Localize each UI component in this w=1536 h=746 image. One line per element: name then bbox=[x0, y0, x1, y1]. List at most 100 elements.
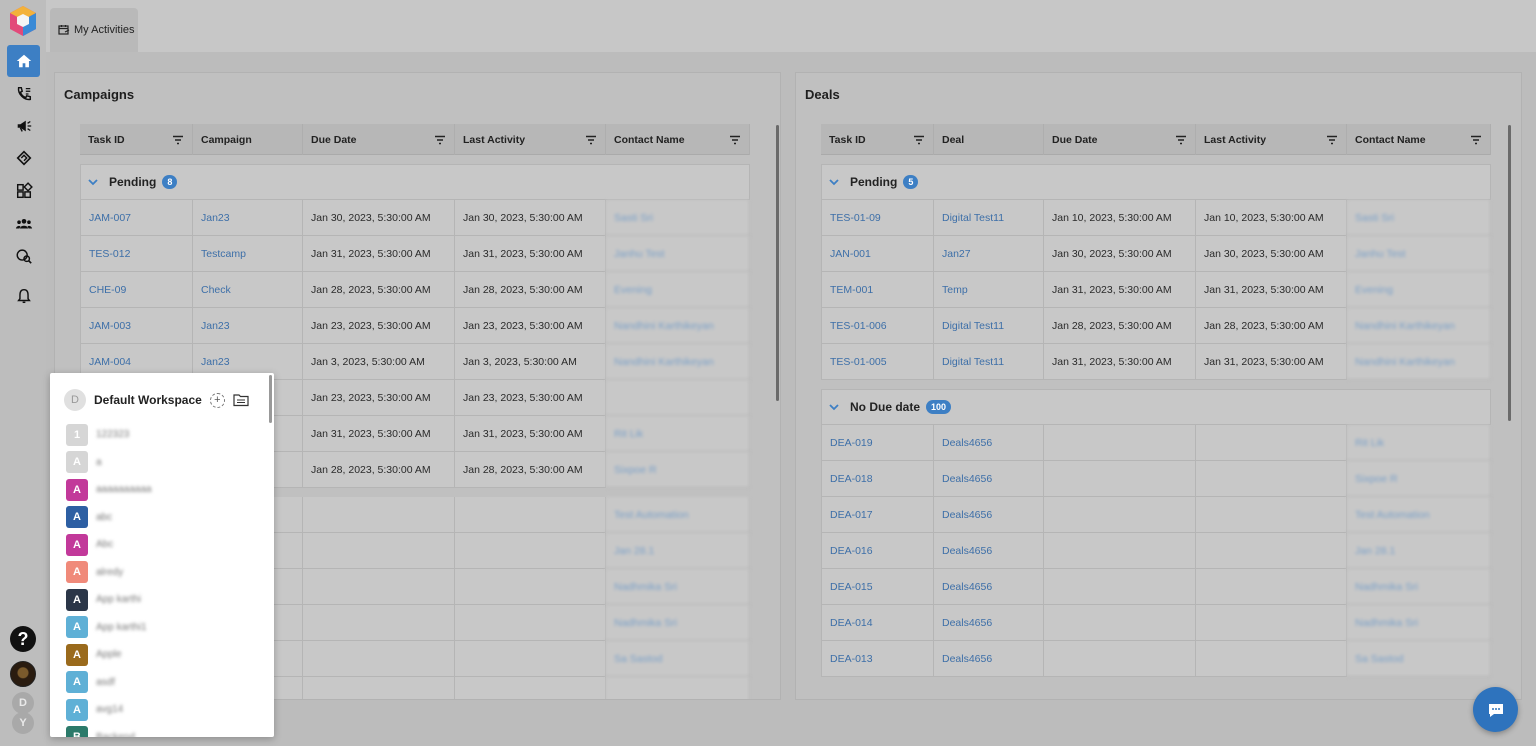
name-link[interactable]: Check bbox=[193, 272, 303, 308]
contact-name-link[interactable]: Nandhini Karthikeyan bbox=[606, 344, 750, 380]
table-row[interactable]: TES-012 Testcamp Jan 31, 2023, 5:30:00 AM J… bbox=[80, 236, 750, 272]
column-header[interactable]: Due Date bbox=[1044, 124, 1196, 155]
contact-name-link[interactable]: Nadhmika Sri bbox=[606, 569, 750, 605]
name-link[interactable]: Digital Test11 bbox=[934, 308, 1044, 344]
mini-avatar-d[interactable]: D bbox=[12, 692, 34, 714]
workspace-item[interactable]: Aabc bbox=[66, 504, 152, 532]
task-id-link[interactable]: DEA-016 bbox=[821, 533, 934, 569]
deals-scrollbar[interactable] bbox=[1508, 125, 1511, 421]
contact-name-link[interactable]: Jan 28.1 bbox=[606, 533, 750, 569]
filter-icon[interactable] bbox=[913, 135, 925, 145]
table-row[interactable]: DEA-018 Deals4656 Sixpoe R bbox=[821, 461, 1491, 497]
filter-icon[interactable] bbox=[172, 135, 184, 145]
task-id-link[interactable]: DEA-015 bbox=[821, 569, 934, 605]
column-header[interactable]: Contact Name bbox=[606, 124, 750, 155]
task-id-link[interactable]: TES-01-09 bbox=[821, 200, 934, 236]
contact-name-link[interactable]: Janhu Test bbox=[606, 236, 750, 272]
table-row[interactable]: DEA-017 Deals4656 Test Automation bbox=[821, 497, 1491, 533]
contact-name-link[interactable]: Nadhmika Sri bbox=[1347, 605, 1491, 641]
workspace-item[interactable]: Aa bbox=[66, 449, 152, 477]
task-id-link[interactable]: TEM-001 bbox=[821, 272, 934, 308]
column-header[interactable]: Task ID bbox=[821, 124, 934, 155]
filter-icon[interactable] bbox=[1175, 135, 1187, 145]
column-header[interactable]: Deal bbox=[934, 124, 1044, 155]
name-link[interactable]: Jan27 bbox=[934, 236, 1044, 272]
contact-name-link[interactable]: Rit Lik bbox=[606, 416, 750, 452]
help-icon[interactable]: ? bbox=[10, 626, 36, 652]
task-id-link[interactable]: JAN-001 bbox=[821, 236, 934, 272]
folder-icon[interactable] bbox=[233, 393, 249, 407]
workspace-item[interactable]: 1 122323 bbox=[66, 421, 152, 449]
contact-name-link[interactable]: Nadhmika Sri bbox=[606, 605, 750, 641]
workspace-item[interactable]: Aavg14 bbox=[66, 696, 152, 724]
name-link[interactable]: Deals4656 bbox=[934, 569, 1044, 605]
nav-deals[interactable] bbox=[7, 142, 40, 174]
name-link[interactable]: Temp bbox=[934, 272, 1044, 308]
mini-avatar-y[interactable]: Y bbox=[12, 712, 34, 734]
table-row[interactable]: JAM-003 Jan23 Jan 23, 2023, 5:30:00 AM Jan … bbox=[80, 308, 750, 344]
nav-contacts[interactable] bbox=[7, 208, 40, 240]
task-id-link[interactable]: DEA-018 bbox=[821, 461, 934, 497]
name-link[interactable]: Deals4656 bbox=[934, 533, 1044, 569]
table-row[interactable]: CHE-09 Check Jan 28, 2023, 5:30:00 AM Jan 2… bbox=[80, 272, 750, 308]
name-link[interactable]: Digital Test11 bbox=[934, 344, 1044, 380]
task-id-link[interactable]: JAM-007 bbox=[80, 200, 193, 236]
table-row[interactable]: TEM-001 Temp Jan 31, 2023, 5:30:00 AM Jan 3… bbox=[821, 272, 1491, 308]
table-row[interactable]: TES-01-006 Digital Test11 Jan 28, 2023, 5:… bbox=[821, 308, 1491, 344]
contact-name-link[interactable]: Nandhini Karthikeyan bbox=[606, 308, 750, 344]
contact-name-link[interactable]: Janhu Test bbox=[1347, 236, 1491, 272]
workspace-item[interactable]: A App karthi bbox=[66, 586, 152, 614]
nav-reports[interactable] bbox=[7, 240, 40, 272]
contact-name-link[interactable]: Sa Sastod bbox=[606, 641, 750, 677]
table-row[interactable]: DEA-014 Deals4656 Nadhmika Sri bbox=[821, 605, 1491, 641]
table-row[interactable]: TES-01-005 Digital Test11 Jan 31, 2023, 5:… bbox=[821, 344, 1491, 380]
contact-name-link[interactable]: Evening bbox=[1347, 272, 1491, 308]
column-header[interactable]: Contact Name bbox=[1347, 124, 1491, 155]
task-id-link[interactable]: DEA-019 bbox=[821, 425, 934, 461]
workspace-item[interactable]: A App karthi1 bbox=[66, 614, 152, 642]
filter-icon[interactable] bbox=[1470, 135, 1482, 145]
name-link[interactable]: Deals4656 bbox=[934, 425, 1044, 461]
task-id-link[interactable]: TES-01-005 bbox=[821, 344, 934, 380]
deals-pending-group[interactable]: Pending 5 bbox=[821, 164, 1491, 200]
task-id-link[interactable]: JAM-003 bbox=[80, 308, 193, 344]
contact-name-link[interactable]: Evening bbox=[606, 272, 750, 308]
contact-name-link[interactable]: Sa Sastod bbox=[1347, 641, 1491, 677]
table-row[interactable]: DEA-013 Deals4656 Sa Sastod bbox=[821, 641, 1491, 677]
name-link[interactable]: Deals4656 bbox=[934, 641, 1044, 677]
name-link[interactable]: Testcamp bbox=[193, 236, 303, 272]
contact-name-link[interactable]: Sasti Sri bbox=[606, 200, 750, 236]
chat-button[interactable] bbox=[1473, 687, 1518, 732]
workspace-item[interactable]: B Backend bbox=[66, 724, 152, 737]
nav-notifications[interactable] bbox=[7, 280, 40, 312]
table-row[interactable]: TES-01-09 Digital Test11 Jan 10, 2023, 5:3… bbox=[821, 200, 1491, 236]
column-header[interactable]: Last Activity bbox=[455, 124, 606, 155]
contact-name-link[interactable]: Test Automation bbox=[1347, 497, 1491, 533]
deals-no-due-group[interactable]: No Due date 100 bbox=[821, 389, 1491, 425]
table-row[interactable]: JAN-001 Jan27 Jan 30, 2023, 5:30:00 AM Jan … bbox=[821, 236, 1491, 272]
workspace-item[interactable]: Aasdf bbox=[66, 669, 152, 697]
contact-name-link[interactable]: Nandhini Karthikeyan bbox=[1347, 344, 1491, 380]
task-id-link[interactable]: TES-012 bbox=[80, 236, 193, 272]
campaigns-pending-group[interactable]: Pending 8 bbox=[80, 164, 750, 200]
name-link[interactable]: Jan23 bbox=[193, 200, 303, 236]
table-row[interactable]: DEA-019 Deals4656 Rit Lik bbox=[821, 425, 1491, 461]
workspace-item[interactable]: A Abc bbox=[66, 531, 152, 559]
table-row[interactable]: JAM-007 Jan23 Jan 30, 2023, 5:30:00 AM Jan … bbox=[80, 200, 750, 236]
task-id-link[interactable]: TES-01-006 bbox=[821, 308, 934, 344]
column-header[interactable]: Task ID bbox=[80, 124, 193, 155]
name-link[interactable]: Deals4656 bbox=[934, 605, 1044, 641]
task-id-link[interactable]: CHE-09 bbox=[80, 272, 193, 308]
column-header[interactable]: Campaign bbox=[193, 124, 303, 155]
contact-name-link[interactable]: Rit Lik bbox=[1347, 425, 1491, 461]
nav-calls[interactable] bbox=[7, 78, 40, 110]
task-id-link[interactable]: DEA-013 bbox=[821, 641, 934, 677]
task-id-link[interactable]: DEA-014 bbox=[821, 605, 934, 641]
workspace-item[interactable]: Aalredy bbox=[66, 559, 152, 587]
contact-name-link[interactable]: Sixpoe R bbox=[606, 452, 750, 488]
contact-name-link[interactable]: Nadhmika Sri bbox=[1347, 569, 1491, 605]
name-link[interactable]: Digital Test11 bbox=[934, 200, 1044, 236]
name-link[interactable]: Deals4656 bbox=[934, 461, 1044, 497]
workspace-item[interactable]: A Apple bbox=[66, 641, 152, 669]
app-logo[interactable] bbox=[8, 5, 38, 37]
